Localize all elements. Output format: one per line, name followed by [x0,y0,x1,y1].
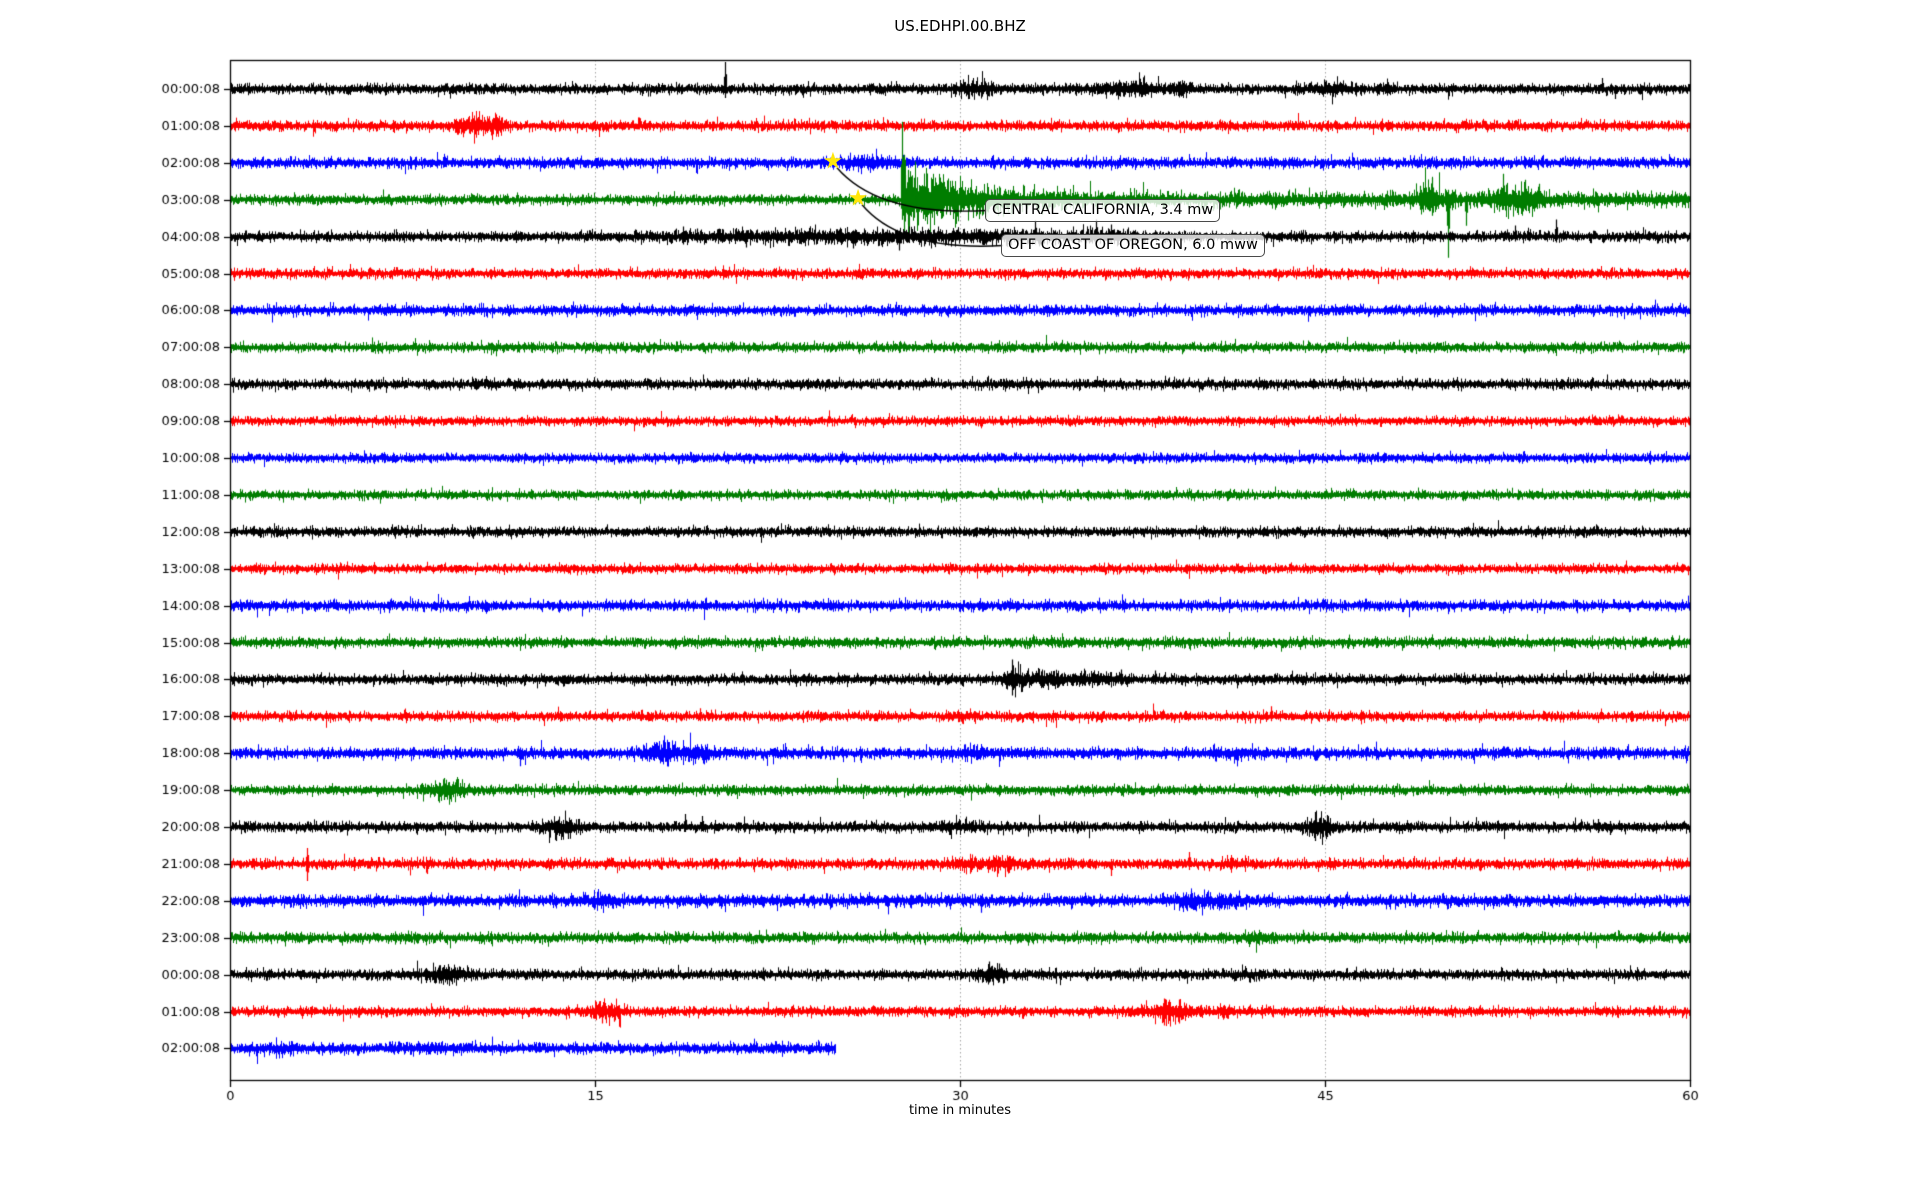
page-title: US.EDHPI.00.BHZ [894,17,1026,35]
annotation-central-california: CENTRAL CALIFORNIA, 3.4 mw [985,199,1221,223]
annotation-off-coast-oregon: OFF COAST OF OREGON, 6.0 mww [1001,234,1265,258]
event-marker-star-icon: ★ [847,185,869,212]
seismogram-page: US.EDHPI.00.BHZ time in minutes ★ ★ CENT… [0,0,1920,1200]
seismogram-plot-canvas [0,0,1920,1200]
event-marker-star-icon: ★ [822,148,844,175]
x-axis-label: time in minutes [908,1103,1012,1118]
